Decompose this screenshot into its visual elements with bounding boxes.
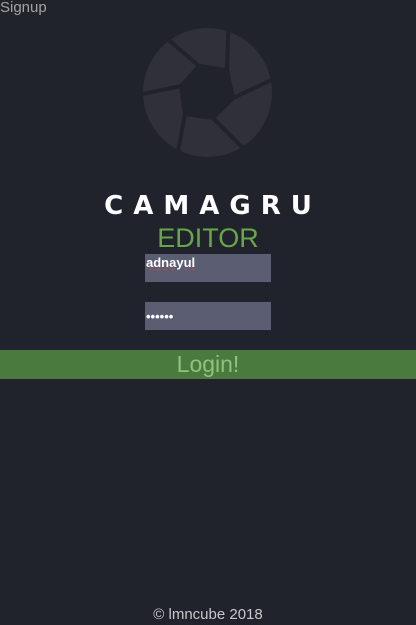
login-button[interactable]: Login! [0, 350, 416, 379]
password-field[interactable] [145, 302, 271, 330]
camera-aperture-icon [143, 28, 272, 157]
footer-copyright: © lmncube 2018 [153, 606, 263, 623]
username-field[interactable] [145, 254, 271, 282]
signup-link[interactable]: Signup [0, 0, 47, 16]
app-subtitle: EDITOR [157, 223, 259, 253]
app-title: CAMAGRU [104, 191, 322, 221]
